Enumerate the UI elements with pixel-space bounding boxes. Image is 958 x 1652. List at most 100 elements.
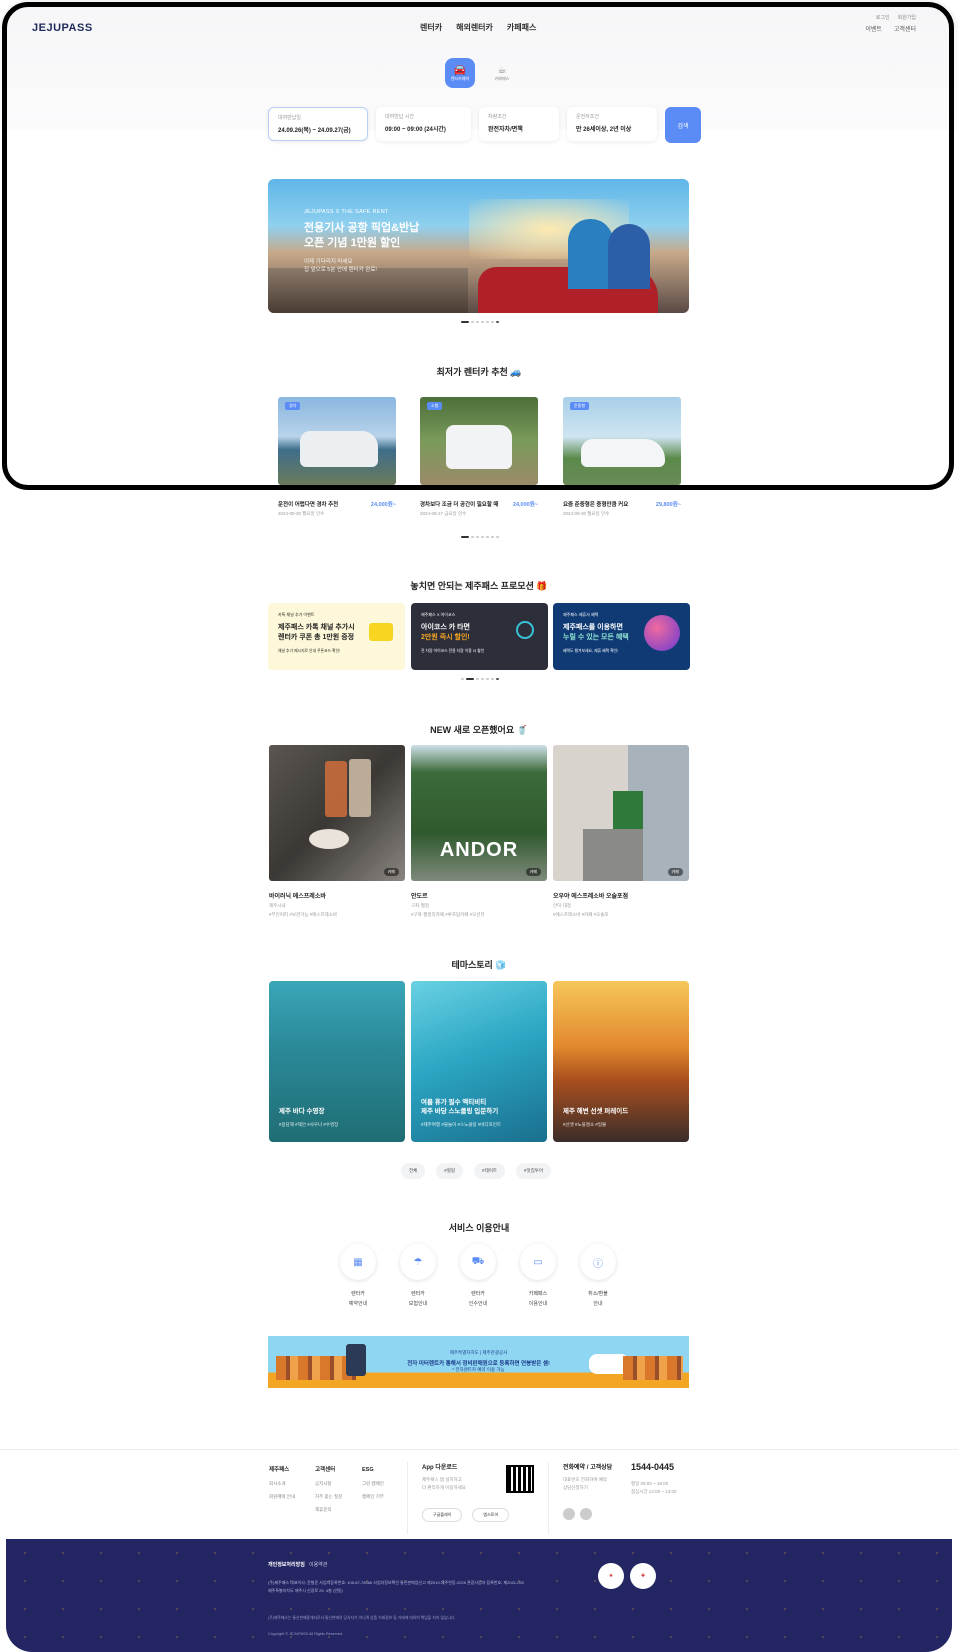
car-condition-field[interactable]: 차량조건 완전자차/면책: [479, 107, 559, 141]
chip-date[interactable]: #데이트: [474, 1163, 506, 1179]
place-category: 구좌·월정: [411, 903, 430, 908]
place-card[interactable]: 카페 오우야 에스프레소바 오술포점 안덕·대정 #에스프레소바 #카페 #오술…: [553, 745, 689, 918]
google-play-button[interactable]: 구글플레이: [422, 1508, 463, 1522]
cs-title: 전화예약 / 고객상담: [563, 1465, 613, 1471]
ad-banner[interactable]: 제주특별자치도 | 제주관광공사 전자 미터렌트카 통해서 정비판매원으로 등록하…: [268, 1336, 689, 1388]
service-item-refund[interactable]: ⓘ 취소/환불 안내: [576, 1244, 620, 1309]
main-banner[interactable]: JEJUPASS X THE SAFE RENT 전용기사 공항 픽업&반납 오픈…: [268, 179, 689, 313]
footer-col-title: ESG: [362, 1467, 374, 1473]
chip-healing[interactable]: #힐링: [436, 1163, 464, 1179]
promo-sub: 카톡 채널 추가 이벤트: [278, 612, 315, 617]
support-link[interactable]: 고객센터: [894, 24, 916, 36]
place-card[interactable]: ANDOR 카페 안도르 구좌·월정 #구좌·월정리카페 #루프탑카페 #오션뷰: [411, 745, 547, 918]
footer-link[interactable]: 공지사항: [315, 1477, 342, 1490]
blog-icon[interactable]: [580, 1508, 592, 1520]
place-badge: 카페: [383, 868, 399, 876]
theme-caption: 제주 해변 선셋 퍼레이드 #선셋 #노을명소 #일몰: [563, 1107, 628, 1128]
service-label: 렌터카 인수안내: [469, 1289, 487, 1309]
app-store-button[interactable]: 앱스토어: [472, 1508, 510, 1522]
nav-overseas-rentcar[interactable]: 해외렌터카: [456, 22, 493, 33]
service-item-insurance[interactable]: ☂ 렌터카 보험안내: [396, 1244, 440, 1309]
login-link[interactable]: 로그인: [876, 12, 890, 24]
banner-pagination[interactable]: [461, 321, 499, 323]
instagram-icon[interactable]: [563, 1508, 575, 1520]
award-badge-icon: ★: [598, 1563, 624, 1589]
date-value: 24.09.26(목) ~ 24.09.27(금): [278, 128, 351, 134]
card-icon: ▭: [520, 1244, 556, 1280]
legal-notice: (주)제주패스는 통신판매중개자로서 통신판매의 당사자가 아니며 상품 거래정…: [268, 1616, 456, 1620]
search-button[interactable]: 검색: [665, 107, 701, 143]
driver-condition-label: 운전자조건: [576, 114, 600, 120]
tab-rentcar-label: 렌터카예약: [450, 75, 470, 81]
terms-link[interactable]: 이용약관: [309, 1562, 327, 1568]
place-category: 안덕·대정: [553, 903, 572, 908]
logo[interactable]: JEJUPASS: [32, 22, 93, 34]
theme-card[interactable]: 제주 해변 선셋 퍼레이드 #선셋 #노을명소 #일몰: [553, 981, 689, 1142]
car-condition-label: 차량조건: [488, 114, 507, 120]
tab-cafepass[interactable]: ☕ 카페패스: [487, 58, 517, 88]
signup-link[interactable]: 회원가입: [898, 12, 916, 24]
footer-divider: [548, 1462, 549, 1534]
place-card[interactable]: 카페 바이러닉 에스프레소바 제주시내 #무인커피 #보관가능 #에스프레소바: [269, 745, 405, 918]
theme-tags: #선셋 #노을명소 #일몰: [563, 1122, 607, 1127]
tab-rentcar[interactable]: 🚘 렌터카예약: [445, 58, 475, 88]
promo-card[interactable]: 카톡 채널 추가 이벤트 제주패스 카톡 채널 추가시 렌터카 쿠폰 총 1만원 증…: [268, 603, 405, 670]
award-badge-icon: ✚: [630, 1563, 656, 1589]
banner-title-line: 전용기사 공항 픽업&반납: [304, 222, 420, 234]
footer-link[interactable]: 제휴문의: [315, 1503, 342, 1516]
theme-card[interactable]: 여름 휴가 필수 액티비티 제주 바당 스노클링 입문하기 #제주여행 #물놀이 #…: [411, 981, 547, 1142]
footer-link[interactable]: 회사소개: [269, 1477, 295, 1490]
banner-desc: 이제 기다리지 마세요 집 앞으로 5분 안에 렌터카 완료!: [304, 258, 419, 274]
car-card[interactable]: 준중형 요즘 준중형은 중형만큼 커요 29,800원~ 2024-09-30 월…: [563, 397, 681, 517]
event-link[interactable]: 이벤트: [865, 24, 882, 36]
cars-pagination[interactable]: [461, 536, 499, 538]
cs-desc[interactable]: 상담신청하기: [563, 1484, 612, 1492]
calendar-icon: ▦: [340, 1244, 376, 1280]
chip-food-tour[interactable]: #맛집투어: [516, 1163, 552, 1179]
footer-link[interactable]: 캠페인 기부: [362, 1490, 384, 1503]
footer-link[interactable]: 자주 묻는 질문: [315, 1490, 342, 1503]
planet-icon: [644, 615, 680, 651]
date-field[interactable]: 대여반납일 24.09.26(목) ~ 24.09.27(금): [268, 107, 368, 141]
section-title-theme: 테마스토리 🧊: [451, 960, 507, 970]
footer-link[interactable]: 회원혜택 안내: [269, 1490, 295, 1503]
footer-bottom: 개인정보처리방침 이용약관 (주)제주패스 대표이사: 윤형준 사업자등록번호:…: [6, 1539, 952, 1652]
theme-tags: #제주여행 #물놀이 #스노클링 #바다포인트: [421, 1122, 502, 1127]
car-card[interactable]: 경차 운전이 어렵다면 경차 추천 24,000원~ 2024-09-30 월요일…: [278, 397, 396, 517]
service-item-pickup[interactable]: ⛟ 렌터카 인수안내: [456, 1244, 500, 1309]
cs-phone[interactable]: 1544-0445: [631, 1462, 674, 1472]
car-card[interactable]: 소형 경차보다 조금 더 공간이 필요할 때 24,000원~ 2024-09-2…: [420, 397, 538, 517]
banner-desc-line: 이제 기다리지 마세요: [304, 259, 353, 265]
promo-card[interactable]: 제주패스 제휴사 혜택 제주패스를 이용하면 누릴 수 있는 모든 혜택 혜택도 챙겨…: [553, 603, 690, 670]
privacy-link[interactable]: 개인정보처리방침: [268, 1562, 305, 1568]
section-title-promo: 놓치면 안되는 제주패스 프로모션 🎁: [410, 581, 548, 591]
app-download: App 다운로드 제주패스 앱 설치하고 더 편리하게 이용하세요: [422, 1464, 466, 1492]
chip-all[interactable]: 전체: [401, 1163, 426, 1179]
theme-card[interactable]: 제주 바다 수영장 #용담해 #해안 #사우나 #수영장: [269, 981, 405, 1142]
ad-desc: * 전자렌트카 예약 이용 가능: [452, 1367, 505, 1372]
promo-card[interactable]: 제주패스 X 아이코스 아이코스 카 타면 2만원 즉시 할인! 전 차량 아이코스 …: [411, 603, 548, 670]
nav-cafepass[interactable]: 카페패스: [507, 22, 536, 33]
tab-cafepass-label: 카페패스: [494, 75, 510, 81]
promo-pagination[interactable]: [461, 678, 499, 680]
nav-rentcar[interactable]: 렌터카: [420, 22, 442, 33]
car-name-text: 요즘 준중형은 중형만큼 커요: [563, 502, 629, 508]
car-icon: 🚘: [453, 64, 467, 76]
service-item-reservation[interactable]: ▦ 렌터카 예약안내: [336, 1244, 380, 1309]
company-info: (주)제주패스 대표이사: 윤형준 사업자등록번호: 105-87-78566 …: [268, 1579, 588, 1595]
footer-divider: [407, 1462, 408, 1534]
footer-col-title: 제주패스: [269, 1467, 290, 1473]
theme-title: 제주 바다 수영장: [279, 1108, 325, 1115]
company-info-line: 제주특별자치도 제주시 신광로 25, 4층 (연동): [268, 1588, 343, 1593]
footer-link[interactable]: 그린 캠페인: [362, 1477, 384, 1490]
iqos-icon: [516, 621, 534, 639]
car-name: 요즘 준중형은 중형만큼 커요 29,800원~: [563, 500, 681, 508]
driver-condition-field[interactable]: 운전자조건만 26세이상, 2년 이상: [567, 107, 657, 141]
car-image: 경차: [278, 397, 396, 485]
service-item-cafepass[interactable]: ▭ 카페패스 이용안내: [516, 1244, 560, 1309]
theme-title: 제주 바당 스노클링 입문하기: [421, 1108, 499, 1115]
time-field[interactable]: 대여반납 시간 09:00 ~ 09:00 (24시간): [376, 107, 471, 141]
place-tags: #구좌·월정리카페 #루프탑카페 #오션뷰: [411, 912, 485, 917]
theme-caption: 여름 휴가 필수 액티비티 제주 바당 스노클링 입문하기 #제주여행 #물놀이 #…: [421, 1098, 501, 1128]
driver-condition-value: 만 26세이상, 2년 이상: [576, 127, 632, 133]
